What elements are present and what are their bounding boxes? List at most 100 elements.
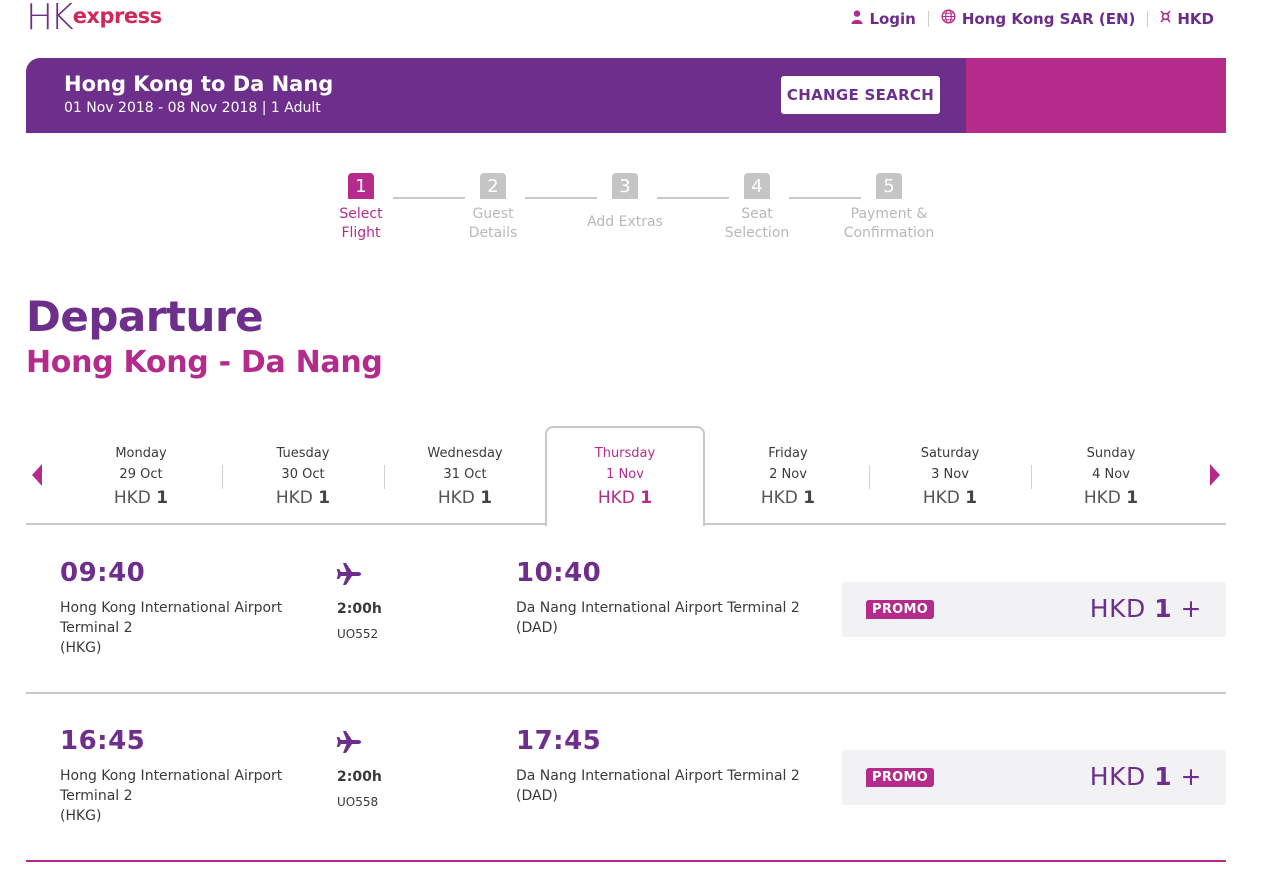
departure-heading: Departure xyxy=(26,292,264,341)
step-number: 3 xyxy=(612,173,638,199)
date-day-date: 3 Nov xyxy=(931,467,969,482)
departure-airport: Hong Kong International Airport Terminal… xyxy=(60,766,320,826)
date-lowest-fare: HKD 1 xyxy=(870,488,1030,508)
step-label: Add Extras xyxy=(565,213,685,232)
airport-name: Hong Kong International Airport xyxy=(60,768,283,784)
arrival-time: 10:40 xyxy=(516,558,602,588)
fare-select-button[interactable]: PROMO HKD 1 + xyxy=(842,750,1226,805)
currency-label: HKD xyxy=(1177,9,1214,28)
change-search-button[interactable]: CHANGE SEARCH xyxy=(781,76,940,114)
step-number: 2 xyxy=(480,173,506,199)
date-option-sunday[interactable]: Sunday 4 Nov HKD 1 xyxy=(1031,426,1191,524)
fare-currency: HKD xyxy=(1089,762,1146,791)
fare-amount: 1 xyxy=(480,488,493,508)
step-label-line: Flight xyxy=(341,225,381,241)
flight-row: 16:45 Hong Kong International Airport Te… xyxy=(26,694,1226,862)
fare-amount: 1 xyxy=(965,488,978,508)
booking-progress-stepper: 1 Select Flight 2 Guest Details 3 Add Ex… xyxy=(328,173,968,253)
date-lowest-fare: HKD 1 xyxy=(385,488,545,508)
airport-terminal: Terminal 2 xyxy=(60,788,133,804)
step-number: 4 xyxy=(744,173,770,199)
arrival-airport: Da Nang International Airport Terminal 2… xyxy=(516,766,816,806)
date-option-wednesday[interactable]: Wednesday 31 Oct HKD 1 xyxy=(385,426,545,524)
date-option-saturday[interactable]: Saturday 3 Nov HKD 1 xyxy=(870,426,1030,524)
fare-price: HKD 1 + xyxy=(1090,762,1202,791)
date-day-name: Tuesday xyxy=(276,446,330,461)
step-label-line: Seat xyxy=(741,206,773,222)
search-details: 01 Nov 2018 - 08 Nov 2018 | 1 Adult xyxy=(64,100,321,116)
step-label-line: Guest xyxy=(472,206,514,222)
fare-currency: HKD xyxy=(113,488,151,508)
region-selector[interactable]: Hong Kong SAR (EN) xyxy=(929,9,1148,28)
arrival-airport: Da Nang International Airport Terminal 2… xyxy=(516,598,816,638)
departure-airport: Hong Kong International Airport Terminal… xyxy=(60,598,320,658)
fare-currency: HKD xyxy=(1083,488,1121,508)
step-number: 5 xyxy=(876,173,902,199)
date-option-monday[interactable]: Monday 29 Oct HKD 1 xyxy=(61,426,221,524)
date-lowest-fare: HKD 1 xyxy=(1031,488,1191,508)
airplane-icon xyxy=(336,730,362,758)
fare-amount: 1 xyxy=(1154,762,1173,791)
step-label-line: Add Extras xyxy=(587,214,663,230)
login-label: Login xyxy=(869,9,916,28)
next-dates-arrow-icon[interactable] xyxy=(1210,464,1220,486)
date-lowest-fare: HKD 1 xyxy=(61,488,221,508)
step-label-line: Select xyxy=(339,206,383,222)
date-day-date: 2 Nov xyxy=(769,467,807,482)
airport-name: Hong Kong International Airport xyxy=(60,600,283,616)
date-option-friday[interactable]: Friday 2 Nov HKD 1 xyxy=(708,426,868,524)
step-select-flight[interactable]: 1 Select Flight xyxy=(301,173,421,243)
airport-code: (DAD) xyxy=(516,788,558,804)
date-option-tuesday[interactable]: Tuesday 30 Oct HKD 1 xyxy=(223,426,383,524)
fare-price: HKD 1 + xyxy=(1090,594,1202,623)
step-label-line: Selection xyxy=(724,225,790,241)
step-label-line: Payment & xyxy=(850,206,928,222)
departure-route: Hong Kong - Da Nang xyxy=(26,345,383,380)
date-day-date: 29 Oct xyxy=(119,467,163,482)
step-add-extras: 3 Add Extras xyxy=(565,173,685,232)
date-carousel: Monday 29 Oct HKD 1 Tuesday 30 Oct HKD 1… xyxy=(26,426,1226,526)
step-label: Guest Details xyxy=(433,205,553,243)
date-day-name: Thursday xyxy=(594,446,656,461)
flight-duration: 2:00h xyxy=(337,769,382,785)
date-lowest-fare: HKD 1 xyxy=(708,488,868,508)
date-lowest-fare: HKD 1 xyxy=(547,488,703,508)
logo-express-text: express xyxy=(72,4,162,28)
flight-number: UO552 xyxy=(337,627,379,641)
airplane-icon xyxy=(336,562,362,590)
fare-amount: 1 xyxy=(318,488,331,508)
fare-select-button[interactable]: PROMO HKD 1 + xyxy=(842,582,1226,637)
fare-amount: 1 xyxy=(1154,594,1173,623)
airport-code: (DAD) xyxy=(516,620,558,636)
flight-divider xyxy=(26,860,1226,862)
fare-currency: HKD xyxy=(437,488,475,508)
step-number: 1 xyxy=(348,173,374,199)
fare-amount: 1 xyxy=(156,488,169,508)
date-day-name: Wednesday xyxy=(427,446,503,461)
fare-currency: HKD xyxy=(760,488,798,508)
date-day-date: 30 Oct xyxy=(281,467,325,482)
search-summary-banner: Hong Kong to Da Nang 01 Nov 2018 - 08 No… xyxy=(26,58,1226,133)
hk-express-logo[interactable]: HK express xyxy=(26,0,162,36)
route-title: Hong Kong to Da Nang xyxy=(64,72,334,96)
step-seat-selection: 4 Seat Selection xyxy=(697,173,817,243)
airport-code: (HKG) xyxy=(60,808,102,824)
promo-badge: PROMO xyxy=(866,600,935,619)
top-bar: HK express Login Hong Kong SAR (EN) HKD xyxy=(0,0,1270,50)
airport-name: Da Nang International Airport Terminal 2 xyxy=(516,600,800,616)
step-label: Select Flight xyxy=(301,205,421,243)
fare-currency: HKD xyxy=(275,488,313,508)
previous-dates-arrow-icon[interactable] xyxy=(32,464,42,486)
currency-selector[interactable]: HKD xyxy=(1148,9,1226,28)
date-day-date: 4 Nov xyxy=(1092,467,1130,482)
login-link[interactable]: Login xyxy=(839,10,927,28)
fare-currency: HKD xyxy=(597,488,635,508)
fare-amount: 1 xyxy=(1126,488,1139,508)
region-label: Hong Kong SAR (EN) xyxy=(961,9,1136,28)
fare-plus: + xyxy=(1180,762,1202,791)
departure-time: 09:40 xyxy=(60,558,146,588)
date-day-name: Saturday xyxy=(920,446,980,461)
fare-amount: 1 xyxy=(803,488,816,508)
flight-duration: 2:00h xyxy=(337,601,382,617)
date-option-thursday-selected[interactable]: Thursday 1 Nov HKD 1 xyxy=(545,426,705,526)
